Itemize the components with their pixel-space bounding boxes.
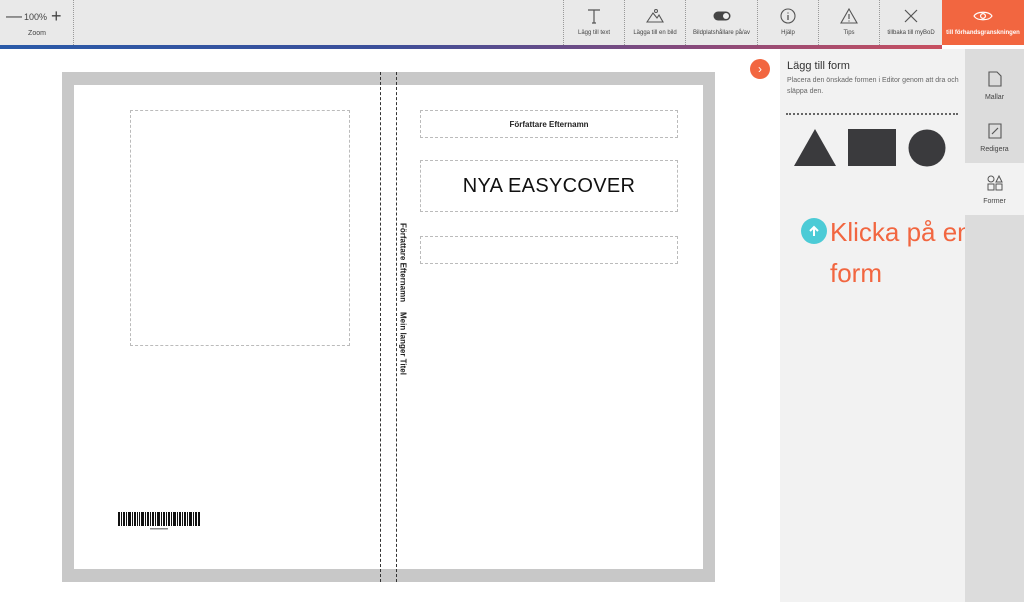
spine-right-fold-line [396,72,397,582]
arrow-up-icon [801,218,827,244]
easycover-editor: — 100% + Zoom Lägg till text Lägga till … [0,0,1024,602]
zoom-control: — 100% + Zoom [0,0,74,45]
shapes-icon [965,175,1024,193]
back-to-mybod-button[interactable]: tillbaka till myBoD [879,0,942,45]
title-text-field[interactable]: NYA EASYCOVER [420,160,678,212]
help-label: Hjälp [781,30,795,36]
add-text-button[interactable]: Lägg till text [563,0,624,45]
panel-title: Lägg till form [787,60,850,72]
zoom-in-icon[interactable]: + [51,7,62,25]
author-text-field[interactable]: Författare Efternamn [420,110,678,138]
triangle-shape[interactable] [794,129,836,166]
spine-author-text: Författare Efternamn [398,223,408,303]
back-cover-image-placeholder[interactable] [130,110,350,346]
collapse-panel-button[interactable]: › [750,59,770,79]
author-text: Författare Efternamn [509,119,589,129]
tab-redigera[interactable]: Redigera [965,111,1024,163]
preview-button[interactable]: till förhandsgranskningen [942,0,1024,45]
toggle-switch-icon [686,7,757,25]
add-image-button[interactable]: Lägga till en bild [624,0,685,45]
tab-mallar[interactable]: Mallar [965,59,1024,111]
tab-mallar-label: Mallar [984,94,1005,101]
shapes-panel: Lägg till form Placera den önskade forme… [780,49,972,602]
placeholder-toggle-label: Bildplatshållare på/av [692,30,751,36]
warning-triangle-icon [819,7,879,25]
document-icon [965,71,1024,89]
text-icon [564,7,624,25]
top-toolbar: — 100% + Zoom Lägg till text Lägga till … [0,0,1024,45]
tips-label: Tips [843,30,855,36]
add-image-label: Lägga till en bild [633,30,677,36]
title-text: NYA EASYCOVER [462,174,636,197]
tab-redigera-label: Redigera [980,146,1009,153]
placeholder-toggle-button[interactable]: Bildplatshållare på/av [685,0,757,45]
back-label: tillbaka till myBoD [887,30,935,36]
add-text-label: Lägg till text [577,30,611,36]
subtitle-text-field[interactable] [420,236,678,264]
info-circle-icon [758,7,818,25]
zoom-out-icon[interactable]: — [6,9,22,25]
help-button[interactable]: Hjälp [757,0,818,45]
rectangle-shape[interactable] [848,129,896,166]
tab-former[interactable]: Former [965,163,1024,215]
barcode [118,512,200,530]
editor-canvas[interactable]: Författare Efternamn NYA EASYCOVER Förfa… [0,49,780,602]
preview-label: till förhandsgranskningen [946,30,1020,36]
spine-title-text: Mein langer Titel [398,312,408,376]
panel-divider [786,113,958,115]
side-tabs: Mallar Redigera Former [965,49,1024,602]
cover-bleed-area: Författare Efternamn NYA EASYCOVER Förfa… [62,72,715,582]
mountain-image-icon [625,7,685,25]
circle-shape[interactable] [908,129,946,167]
edit-icon [965,123,1024,141]
panel-description: Placera den önskade formen i Editor geno… [787,77,959,95]
tips-button[interactable]: Tips [818,0,879,45]
zoom-label: Zoom [28,30,46,37]
zoom-value: 100% [24,12,48,22]
eye-icon [942,7,1024,25]
chevron-right-icon: › [758,62,762,76]
spine-left-fold-line [380,72,381,582]
tab-former-label: Former [983,198,1006,205]
close-x-icon [880,7,942,25]
cover-page[interactable]: Författare Efternamn NYA EASYCOVER Förfa… [74,85,703,569]
